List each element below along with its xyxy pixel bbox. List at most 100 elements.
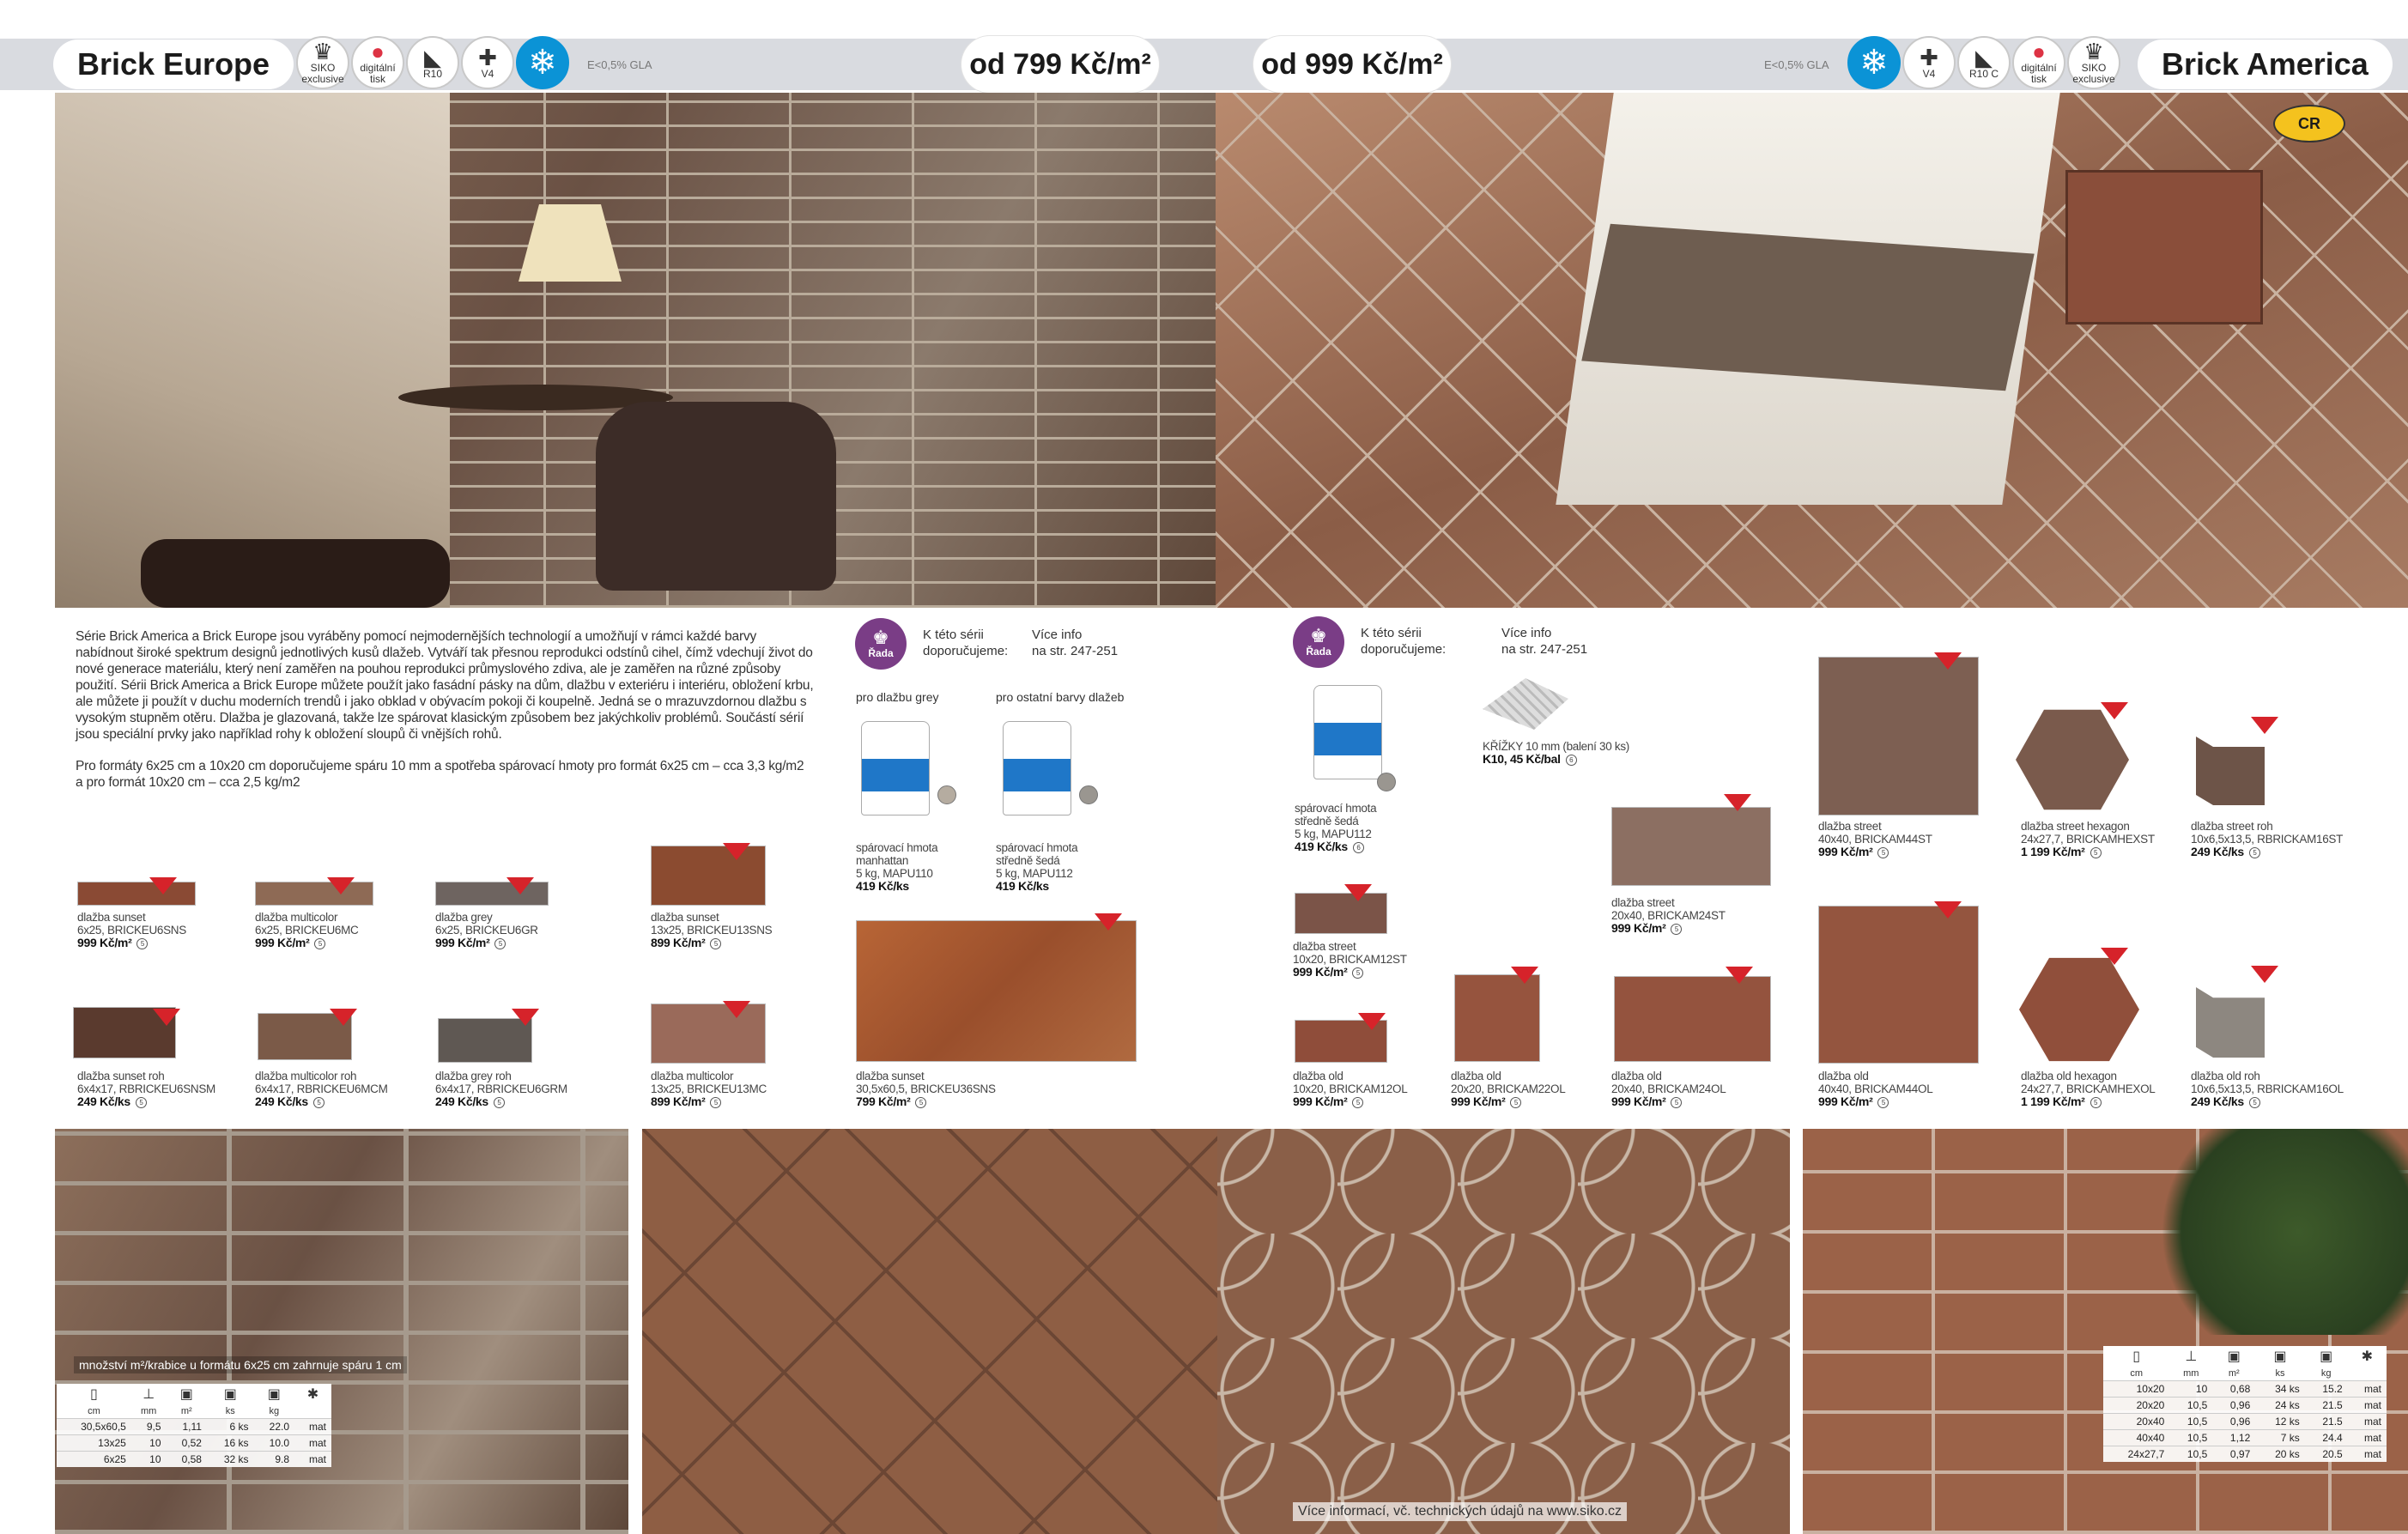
thickness-icon: ⊥ xyxy=(2169,1346,2213,1367)
tag-icon xyxy=(2101,702,2128,719)
table-row: 40x40 10,5 1,12 7 ks 24.4 mat xyxy=(2103,1429,2387,1446)
rada-icon: ♚ Řada xyxy=(855,618,907,670)
tile-caption: dlažba sunset 30,5x60,5, BRICKEU36SNS 799 … xyxy=(856,1070,996,1108)
variation-icon: ✚ V4 xyxy=(1902,36,1956,89)
intro-text: Série Brick America a Brick Europe jsou … xyxy=(76,628,814,806)
col-header xyxy=(294,1404,331,1419)
tile-caption: dlažba sunset 6x25, BRICKEU6SNS 999 Kč/m² 5 xyxy=(77,911,186,949)
tile-old-20x20 xyxy=(1454,974,1540,1062)
surface-icon: ✱ xyxy=(2347,1346,2387,1367)
packaging-table-left: ▯ ⊥ ▣ ▣ ▣ ✱ cm mm m² ks kg 30,5x60,5 9,5 1,11 6 ks 22… xyxy=(57,1384,331,1467)
grout-swatch-manhattan xyxy=(937,785,956,804)
box-weight-icon: ▣ xyxy=(2304,1346,2348,1367)
packaging-table-right: ▯ ⊥ ▣ ▣ ▣ ✱ cm mm m² ks kg 10x20 10 0,68 34 ks 15.2 ma… xyxy=(2103,1346,2387,1462)
photo-stairs-area xyxy=(55,93,450,608)
logo: CR xyxy=(2273,105,2345,142)
col-header: cm xyxy=(2103,1367,2170,1381)
tile-caption: dlažba sunset 13x25, BRICKEU13SNS 899 Kč/m… xyxy=(651,911,773,949)
grout-swatch-grey-right xyxy=(1377,773,1396,791)
rec-title-left: K této sérii doporučujeme: xyxy=(923,628,1009,658)
col-header: kg xyxy=(2304,1367,2348,1381)
tag-icon xyxy=(153,1009,180,1026)
tile-caption: dlažba street roh 10x6,5x13,5, RBRICKAM16… xyxy=(2191,820,2344,858)
footer-info: Více informací, vč. technických údajů na… xyxy=(1293,1502,1628,1521)
surface-icon: ✱ xyxy=(294,1384,331,1404)
grout-bag-grey-right xyxy=(1313,685,1382,779)
col-header xyxy=(2347,1367,2387,1381)
rec-title-right: K této sérii doporučujeme: xyxy=(1361,626,1447,657)
grout-col-label-other: pro ostatní barvy dlažeb xyxy=(996,690,1125,704)
col-header: mm xyxy=(2169,1367,2213,1381)
tile-caption: dlažba multicolor 6x25, BRICKEU6MC 999 Kč/… xyxy=(255,911,359,949)
series-title-right: Brick America xyxy=(2138,39,2393,89)
tag-icon xyxy=(2251,966,2278,983)
tag-icon xyxy=(1358,1013,1386,1030)
tile-caption: dlažba street hexagon 24x27,7, BRICKAMHEX… xyxy=(2021,820,2155,858)
photo-suitcase xyxy=(2065,170,2263,324)
table-row: 24x27,7 10,5 0,97 20 ks 20.5 mat xyxy=(2103,1446,2387,1462)
tile-street-corner xyxy=(2196,737,2265,805)
table-row: 6x25 10 0,58 32 ks 9.8 mat xyxy=(57,1451,331,1467)
thickness-icon: ⊥ xyxy=(130,1384,167,1404)
tag-icon xyxy=(327,877,355,894)
box-area-icon: ▣ xyxy=(166,1384,207,1404)
absorption-note-right: E<0,5% GLA xyxy=(1764,58,1829,71)
tag-icon xyxy=(149,877,177,894)
tile-caption: dlažba old 20x20, BRICKAM22OL 999 Kč/m² 5 xyxy=(1451,1070,1566,1108)
table-row: 20x20 10,5 0,96 24 ks 21.5 mat xyxy=(2103,1397,2387,1414)
table-row: 13x25 10 0,52 16 ks 10.0 mat xyxy=(57,1434,331,1452)
tag-icon xyxy=(512,1009,539,1026)
tile-caption: dlažba old roh 10x6,5x13,5, RBRICKAM16OL 2… xyxy=(2191,1070,2344,1108)
grout-caption-right: spárovací hmota středně šedá 5 kg, MAPU112… xyxy=(1295,802,1377,853)
intro-paragraph: Série Brick America a Brick Europe jsou … xyxy=(76,629,814,742)
tile-caption: dlažba multicolor 13x25, BRICKEU13MC 899 K… xyxy=(651,1070,767,1108)
size-icon: ▯ xyxy=(57,1384,131,1404)
digital-print-icon: ● digitální tisk xyxy=(2012,36,2065,89)
photo-plant xyxy=(2133,1129,2408,1335)
photo-garden-wall xyxy=(1803,1129,2408,1534)
frost-icon: ❄ xyxy=(516,36,569,89)
tile-street-40x40 xyxy=(1818,657,1979,816)
tag-icon xyxy=(1724,794,1751,811)
tile-street-hexagon xyxy=(2016,709,2129,810)
tile-caption: dlažba street 40x40, BRICKAM44ST 999 Kč/m²… xyxy=(1818,820,1932,858)
col-header: m² xyxy=(166,1404,207,1419)
grout-bag-manhattan xyxy=(861,721,930,816)
tag-icon xyxy=(1726,967,1753,984)
tile-caption: dlažba old hexagon 24x27,7, BRICKAMHEXOL 1… xyxy=(2021,1070,2156,1108)
col-header: cm xyxy=(57,1404,131,1419)
tile-sunset-30x60 xyxy=(856,920,1137,1062)
box-pieces-icon: ▣ xyxy=(206,1384,254,1404)
tag-icon xyxy=(2251,717,2278,734)
price-right: od 999 Kč/m² xyxy=(1253,36,1451,93)
photo-interior-stairs xyxy=(55,93,1216,608)
photo-ottoman xyxy=(141,539,450,608)
tile-street-20x40 xyxy=(1611,807,1771,886)
tile-old-20x40 xyxy=(1614,976,1771,1062)
tile-old-hexagon xyxy=(2019,957,2139,1062)
siko-icon: ♛ SIKO exclusive xyxy=(296,36,349,89)
rada-icon: ♚ Řada xyxy=(1293,616,1344,668)
tag-icon xyxy=(2101,948,2128,965)
tile-caption: dlažba grey roh 6x4x17, RBRICKEU6GRM 249 K… xyxy=(435,1070,567,1108)
digital-print-icon: ● digitální tisk xyxy=(351,36,404,89)
photo-bedroom-floor: CR xyxy=(1216,93,2408,608)
tile-spacers-icon xyxy=(1483,678,1568,730)
tag-icon xyxy=(1095,913,1122,931)
box-area-icon: ▣ xyxy=(2212,1346,2256,1367)
variation-icon: ✚ V4 xyxy=(461,36,514,89)
absorption-note-left: E<0,5% GLA xyxy=(587,58,652,71)
photo-armchair xyxy=(596,402,836,591)
col-header: m² xyxy=(2212,1367,2256,1381)
table-row: 30,5x60,5 9,5 1,11 6 ks 22.0 mat xyxy=(57,1418,331,1435)
tag-icon xyxy=(1934,901,1962,919)
rec-more-right: Více info na str. 247-251 xyxy=(1501,626,1588,657)
price-left: od 799 Kč/m² xyxy=(961,36,1159,93)
tag-icon xyxy=(1934,652,1962,670)
box-quantity-note: množství m²/krabice u formátu 6x25 cm za… xyxy=(74,1356,407,1373)
tag-icon xyxy=(723,843,750,860)
col-header: ks xyxy=(2255,1367,2305,1381)
photo-hexagon-floor xyxy=(1217,1129,1790,1534)
tile-caption: dlažba street 10x20, BRICKAM12ST 999 Kč/m²… xyxy=(1293,940,1407,979)
grout-caption-grey: spárovací hmota středně šedá 5 kg, MAPU112… xyxy=(996,841,1078,893)
